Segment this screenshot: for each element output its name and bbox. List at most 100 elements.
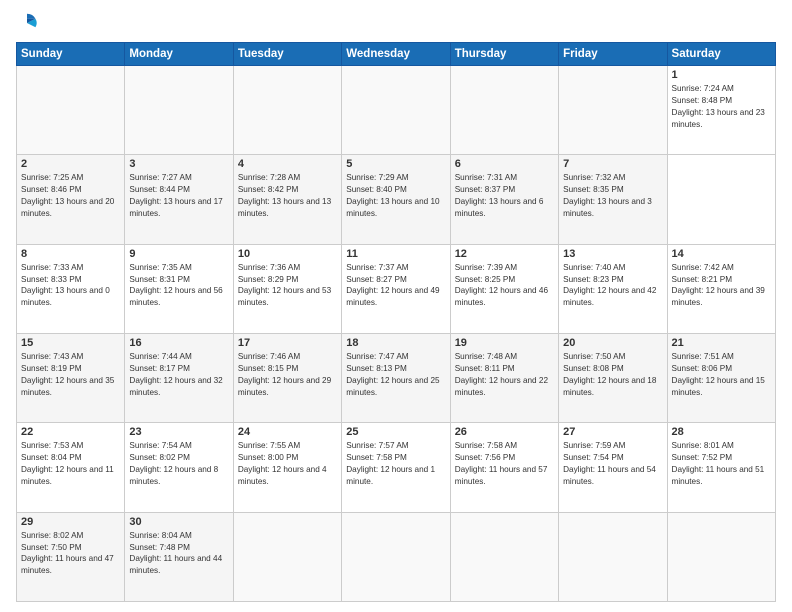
calendar-week-4: 15 Sunrise: 7:43 AMSunset: 8:19 PMDayligh… [17,333,776,422]
day-number: 13 [563,248,662,260]
day-info: Sunrise: 7:43 AMSunset: 8:19 PMDaylight:… [21,351,120,399]
day-info: Sunrise: 7:51 AMSunset: 8:06 PMDaylight:… [672,351,771,399]
day-number: 1 [672,69,771,81]
day-info: Sunrise: 7:27 AMSunset: 8:44 PMDaylight:… [129,172,228,220]
day-number: 24 [238,426,337,438]
calendar-week-6: 29 Sunrise: 8:02 AMSunset: 7:50 PMDayligh… [17,512,776,601]
empty-cell [125,66,233,155]
calendar-cell-day-22: 22 Sunrise: 7:53 AMSunset: 8:04 PMDayligh… [17,423,125,512]
day-number: 5 [346,158,445,170]
calendar-header-monday: Monday [125,43,233,66]
day-number: 10 [238,248,337,260]
calendar-cell-day-28: 28Sunrise: 8:01 AMSunset: 7:52 PMDayligh… [667,423,775,512]
day-info: Sunrise: 7:40 AMSunset: 8:23 PMDaylight:… [563,262,662,310]
day-info: Sunrise: 8:01 AMSunset: 7:52 PMDaylight:… [672,440,771,488]
day-number: 8 [21,248,120,260]
day-number: 6 [455,158,554,170]
calendar-cell-day-30: 30 Sunrise: 8:04 AMSunset: 7:48 PMDayligh… [125,512,233,601]
day-info: Sunrise: 7:24 AMSunset: 8:48 PMDaylight:… [672,83,771,131]
day-info: Sunrise: 7:44 AMSunset: 8:17 PMDaylight:… [129,351,228,399]
day-info: Sunrise: 7:50 AMSunset: 8:08 PMDaylight:… [563,351,662,399]
day-number: 2 [21,158,120,170]
day-number: 18 [346,337,445,349]
day-number: 29 [21,516,120,528]
empty-cell [450,512,558,601]
calendar-week-1: 1 Sunrise: 7:24 AMSunset: 8:48 PMDaylight… [17,66,776,155]
day-number: 23 [129,426,228,438]
day-number: 15 [21,337,120,349]
calendar-cell-day-19: 19 Sunrise: 7:48 AMSunset: 8:11 PMDayligh… [450,333,558,422]
empty-cell [559,512,667,601]
empty-cell [233,512,341,601]
calendar-cell-day-15: 15 Sunrise: 7:43 AMSunset: 8:19 PMDayligh… [17,333,125,422]
calendar-cell-day-23: 23Sunrise: 7:54 AMSunset: 8:02 PMDayligh… [125,423,233,512]
empty-cell [450,66,558,155]
day-number: 12 [455,248,554,260]
calendar-cell-day-20: 20 Sunrise: 7:50 AMSunset: 8:08 PMDayligh… [559,333,667,422]
day-info: Sunrise: 7:37 AMSunset: 8:27 PMDaylight:… [346,262,445,310]
day-info: Sunrise: 7:59 AMSunset: 7:54 PMDaylight:… [563,440,662,488]
empty-cell [17,66,125,155]
calendar-header-sunday: Sunday [17,43,125,66]
empty-cell [559,66,667,155]
day-info: Sunrise: 7:48 AMSunset: 8:11 PMDaylight:… [455,351,554,399]
day-number: 22 [21,426,120,438]
calendar-cell-day-10: 10 Sunrise: 7:36 AMSunset: 8:29 PMDayligh… [233,244,341,333]
day-number: 17 [238,337,337,349]
calendar-cell-day-26: 26Sunrise: 7:58 AMSunset: 7:56 PMDayligh… [450,423,558,512]
day-info: Sunrise: 7:57 AMSunset: 7:58 PMDaylight:… [346,440,445,488]
day-number: 3 [129,158,228,170]
calendar-cell-day-13: 13 Sunrise: 7:40 AMSunset: 8:23 PMDayligh… [559,244,667,333]
calendar-cell-day-18: 18 Sunrise: 7:47 AMSunset: 8:13 PMDayligh… [342,333,450,422]
day-number: 30 [129,516,228,528]
day-info: Sunrise: 7:42 AMSunset: 8:21 PMDaylight:… [672,262,771,310]
calendar-cell-day-12: 12 Sunrise: 7:39 AMSunset: 8:25 PMDayligh… [450,244,558,333]
calendar-week-5: 22 Sunrise: 7:53 AMSunset: 8:04 PMDayligh… [17,423,776,512]
calendar-cell-day-27: 27 Sunrise: 7:59 AMSunset: 7:54 PMDayligh… [559,423,667,512]
calendar-week-2: 2Sunrise: 7:25 AMSunset: 8:46 PMDaylight… [17,155,776,244]
day-info: Sunrise: 7:36 AMSunset: 8:29 PMDaylight:… [238,262,337,310]
day-info: Sunrise: 7:28 AMSunset: 8:42 PMDaylight:… [238,172,337,220]
calendar-cell-day-4: 4Sunrise: 7:28 AMSunset: 8:42 PMDaylight… [233,155,341,244]
empty-cell [342,512,450,601]
day-info: Sunrise: 7:35 AMSunset: 8:31 PMDaylight:… [129,262,228,310]
day-info: Sunrise: 8:04 AMSunset: 7:48 PMDaylight:… [129,530,228,578]
day-info: Sunrise: 7:53 AMSunset: 8:04 PMDaylight:… [21,440,120,488]
header [16,12,776,34]
day-number: 26 [455,426,554,438]
day-number: 11 [346,248,445,260]
logo-icon [16,12,38,34]
empty-cell [233,66,341,155]
calendar-cell-day-24: 24Sunrise: 7:55 AMSunset: 8:00 PMDayligh… [233,423,341,512]
day-info: Sunrise: 7:47 AMSunset: 8:13 PMDaylight:… [346,351,445,399]
calendar-cell-day-8: 8 Sunrise: 7:33 AMSunset: 8:33 PMDaylight… [17,244,125,333]
day-info: Sunrise: 8:02 AMSunset: 7:50 PMDaylight:… [21,530,120,578]
day-info: Sunrise: 7:29 AMSunset: 8:40 PMDaylight:… [346,172,445,220]
day-number: 25 [346,426,445,438]
calendar-cell-day-3: 3 Sunrise: 7:27 AMSunset: 8:44 PMDaylight… [125,155,233,244]
calendar-cell-day-14: 14Sunrise: 7:42 AMSunset: 8:21 PMDayligh… [667,244,775,333]
calendar-cell-day-1: 1 Sunrise: 7:24 AMSunset: 8:48 PMDaylight… [667,66,775,155]
empty-cell [667,512,775,601]
calendar-cell-day-7: 7 Sunrise: 7:32 AMSunset: 8:35 PMDaylight… [559,155,667,244]
calendar-header-tuesday: Tuesday [233,43,341,66]
day-number: 21 [672,337,771,349]
calendar-cell-day-9: 9Sunrise: 7:35 AMSunset: 8:31 PMDaylight… [125,244,233,333]
day-number: 19 [455,337,554,349]
day-number: 20 [563,337,662,349]
calendar-cell-day-25: 25 Sunrise: 7:57 AMSunset: 7:58 PMDayligh… [342,423,450,512]
calendar-cell-day-17: 17Sunrise: 7:46 AMSunset: 8:15 PMDayligh… [233,333,341,422]
calendar-header-saturday: Saturday [667,43,775,66]
calendar-cell-day-21: 21 Sunrise: 7:51 AMSunset: 8:06 PMDayligh… [667,333,775,422]
calendar-header-row: SundayMondayTuesdayWednesdayThursdayFrid… [17,43,776,66]
calendar-cell-day-29: 29 Sunrise: 8:02 AMSunset: 7:50 PMDayligh… [17,512,125,601]
day-info: Sunrise: 7:32 AMSunset: 8:35 PMDaylight:… [563,172,662,220]
calendar-cell-day-6: 6Sunrise: 7:31 AMSunset: 8:37 PMDaylight… [450,155,558,244]
day-info: Sunrise: 7:39 AMSunset: 8:25 PMDaylight:… [455,262,554,310]
calendar-header-friday: Friday [559,43,667,66]
calendar-week-3: 8 Sunrise: 7:33 AMSunset: 8:33 PMDaylight… [17,244,776,333]
day-number: 7 [563,158,662,170]
empty-cell [342,66,450,155]
day-number: 27 [563,426,662,438]
day-info: Sunrise: 7:33 AMSunset: 8:33 PMDaylight:… [21,262,120,310]
